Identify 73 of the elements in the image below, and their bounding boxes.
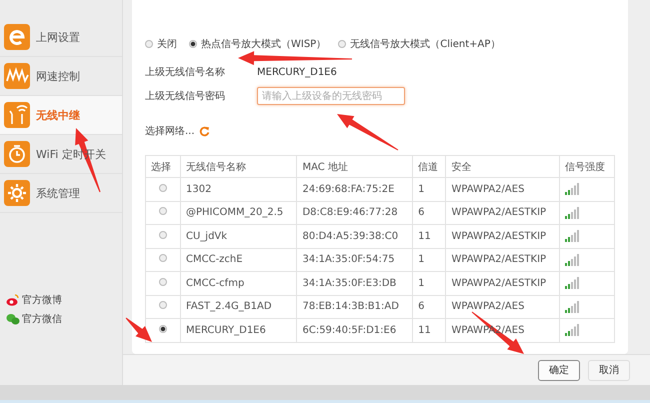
radio-button[interactable] [159, 230, 167, 239]
table-cell: 6 [412, 295, 446, 318]
table-cell: 11 [412, 318, 446, 342]
field-label: 上级无线信号名称 [145, 66, 226, 79]
table-cell: 6C:59:40:5F:D1:E6 [296, 318, 413, 342]
clock-icon [4, 141, 30, 167]
sidebar-link[interactable]: 官方微博 [22, 293, 62, 307]
table-cell: CMCC-zchE [180, 248, 297, 272]
table-cell: MERCURY_D1E6 [180, 318, 297, 342]
table-cell: CMCC-cfmp [180, 272, 297, 295]
column-header: MAC 地址 [296, 156, 413, 178]
table-cell: WPAWPA2/AESTKIP [446, 201, 560, 224]
table-cell: 6 [412, 201, 446, 224]
select-network-label: 选择网络... [145, 124, 195, 138]
annotation-arrow [126, 318, 152, 342]
table-cell: WPAWPA2/AESTKIP [446, 272, 560, 295]
table-cell: @PHICOMM_20_2.5 [180, 201, 297, 224]
antenna-icon [4, 102, 30, 128]
table-cell: CU_jdVk [180, 224, 297, 248]
letter-e-icon [4, 24, 30, 50]
radio-label: 关闭 [157, 38, 177, 51]
signal-bars-icon [565, 230, 580, 242]
column-header: 安全 [446, 156, 560, 178]
refresh-icon[interactable] [198, 126, 210, 136]
sidebar-link[interactable]: 官方微信 [22, 312, 62, 326]
table-cell: 1 [412, 248, 446, 272]
table-cell: 80:D4:A5:39:38:C0 [296, 224, 413, 248]
sidebar-item[interactable]: 上网设置 [0, 18, 122, 57]
annotation-arrow [337, 114, 398, 150]
eye-logo-icon [6, 294, 20, 306]
radio-button[interactable] [145, 40, 153, 48]
radio-button[interactable] [159, 184, 167, 192]
table-cell: 1302 [180, 178, 297, 201]
radio-button[interactable] [189, 40, 197, 48]
table-cell: 34:1A:35:0F:E3:DB [296, 272, 413, 295]
radio-button[interactable] [159, 301, 167, 310]
radio-button[interactable] [159, 278, 167, 286]
table-cell: D8:C8:E9:46:77:28 [296, 201, 413, 224]
radio-label: 无线信号放大模式（Client+AP） [350, 38, 500, 51]
radio-button[interactable] [159, 324, 167, 333]
radio-button[interactable] [338, 40, 346, 48]
table-cell: FAST_2.4G_B1AD [180, 295, 297, 318]
signal-bars-icon [565, 254, 580, 266]
signal-bars-icon [565, 300, 580, 313]
password-field[interactable]: 请输入上级设备的无线密码 [257, 87, 405, 105]
column-header: 选择 [146, 156, 180, 178]
table-cell: WPAWPA2/AESTKIP [446, 224, 560, 248]
table-cell: WPAWPA2/AESTKIP [446, 248, 560, 272]
network-name: MERCURY_D1E6 [257, 66, 337, 78]
radio-button[interactable] [159, 207, 167, 216]
column-header: 信道 [412, 156, 446, 178]
sidebar-item[interactable]: 系统管理 [0, 174, 122, 213]
wave-icon [4, 63, 30, 89]
gear-icon [4, 180, 30, 206]
radio-button[interactable] [159, 254, 167, 262]
column-header: 无线信号名称 [180, 156, 297, 178]
signal-bars-icon [565, 277, 580, 290]
confirm-button[interactable]: 确定 [538, 360, 580, 380]
table-cell: 24:69:68:FA:75:2E [296, 178, 413, 201]
signal-bars-icon [565, 183, 580, 196]
table-cell: WPAWPA2/AES [446, 178, 560, 201]
table-cell: 34:1A:35:0F:54:75 [296, 248, 413, 272]
signal-bars-icon [565, 206, 580, 219]
table-cell: 1 [412, 178, 446, 201]
table-cell: 11 [412, 224, 446, 248]
cancel-button[interactable]: 取消 [588, 360, 630, 380]
signal-bars-icon [565, 324, 580, 336]
table-cell: 78:EB:14:3B:B1:AD [296, 295, 413, 318]
chat-bubbles-icon [6, 313, 20, 325]
radio-label: 热点信号放大模式（WISP） [201, 38, 326, 51]
table-cell: 1 [412, 272, 446, 295]
column-header: 信号强度 [560, 156, 614, 178]
field-label: 上级无线信号密码 [145, 90, 226, 103]
